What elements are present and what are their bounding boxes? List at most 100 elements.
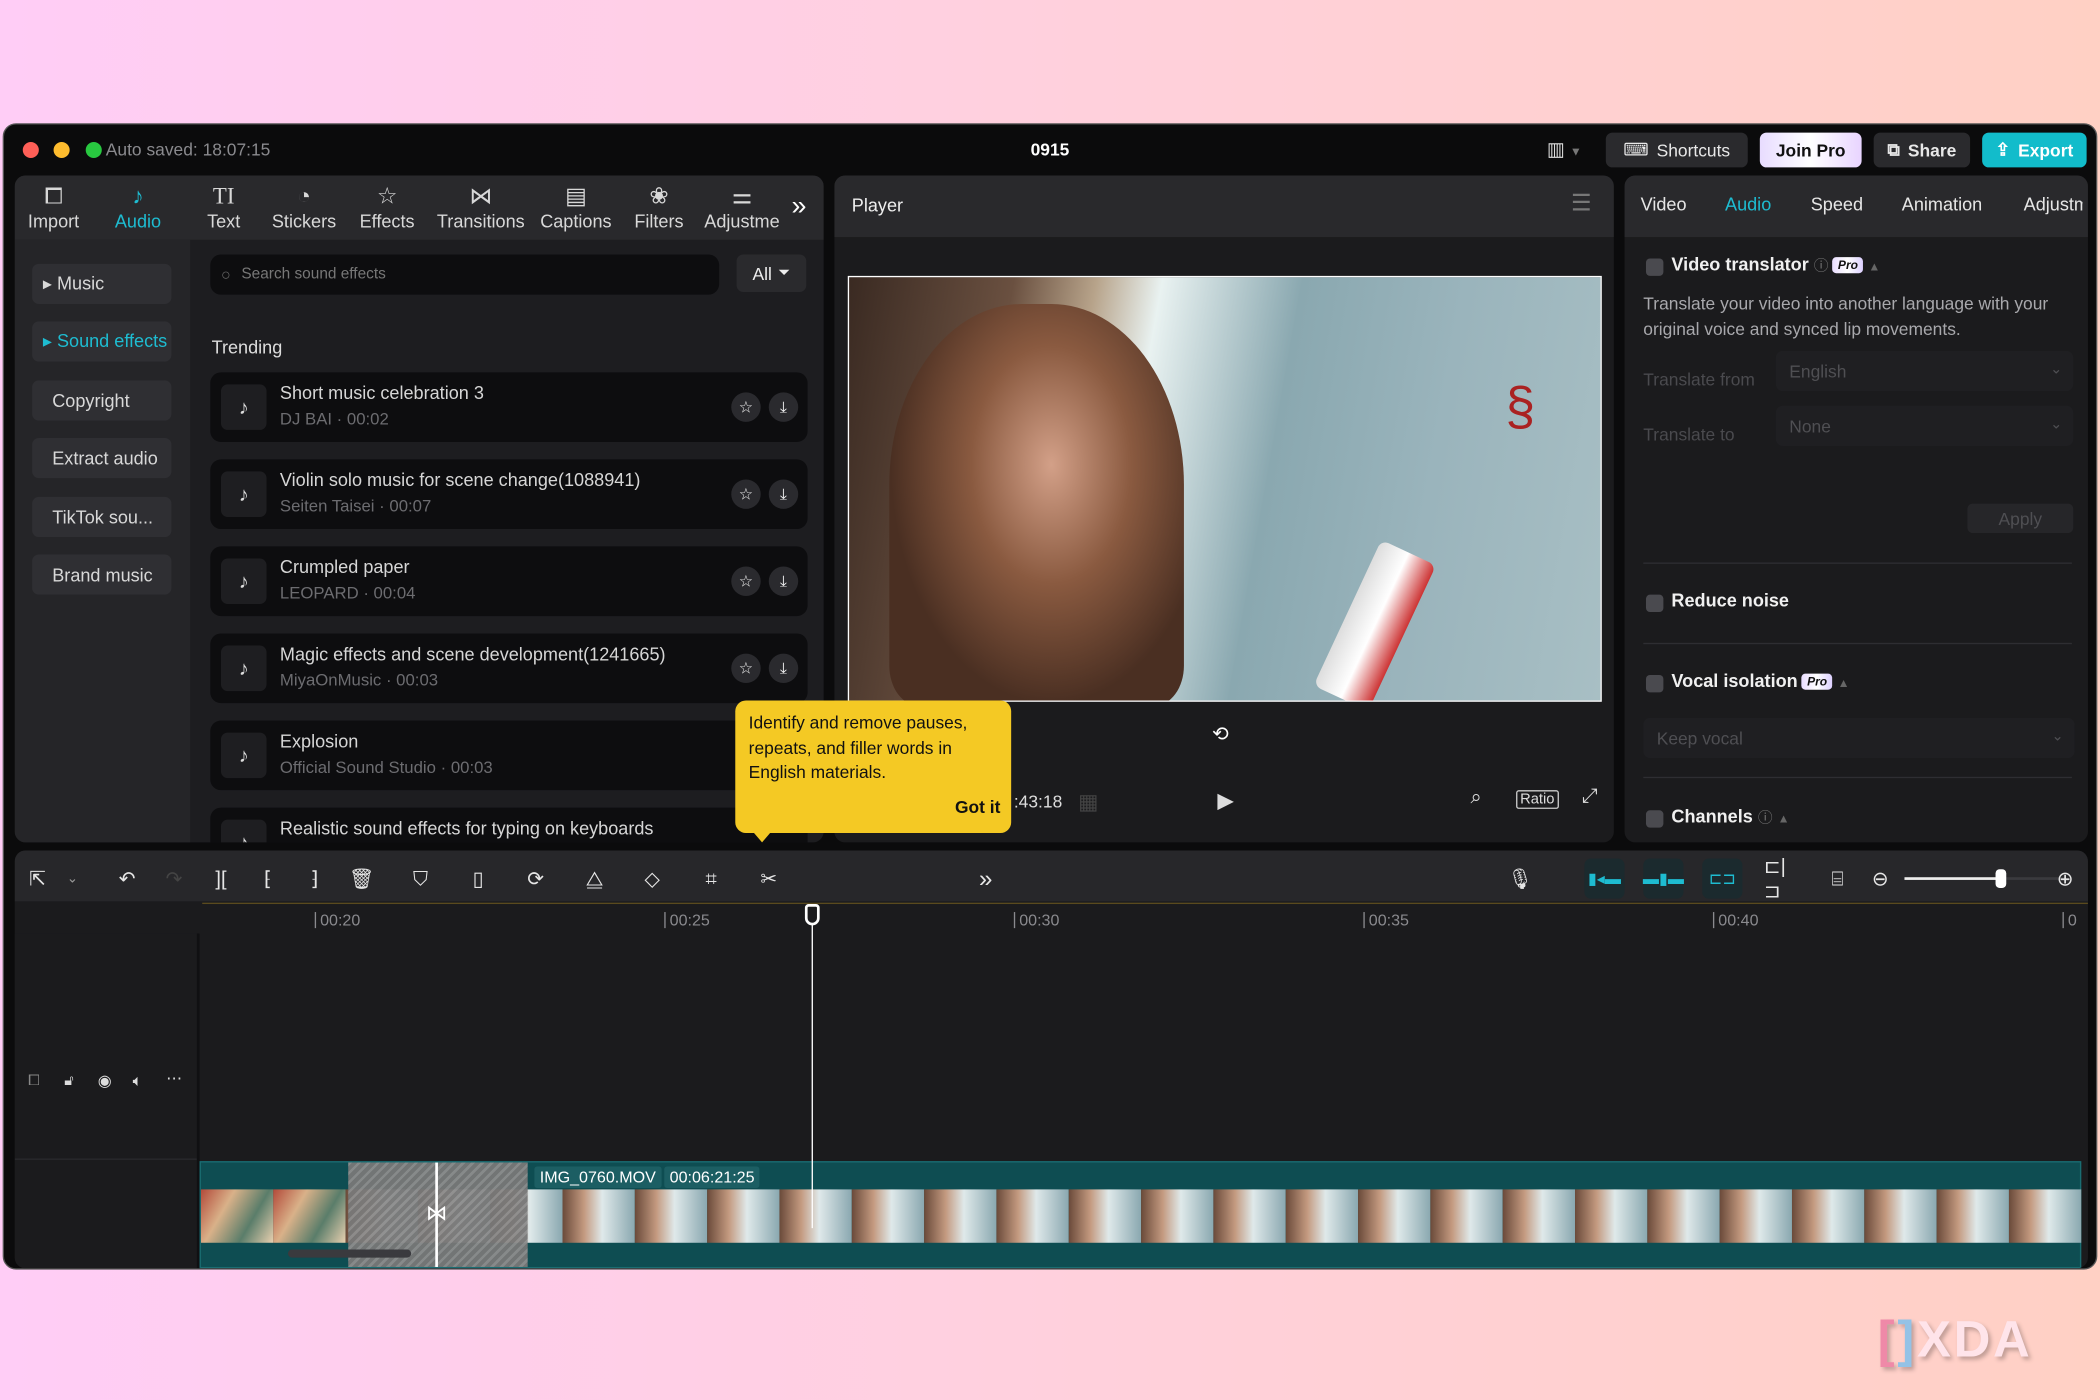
- zoom-in-icon[interactable]: ⊕: [2050, 864, 2079, 893]
- channels-checkbox[interactable]: [1645, 810, 1664, 828]
- ratio-button[interactable]: Ratio: [1516, 790, 1559, 809]
- main-track-magnet-button[interactable]: ▮◂▬: [1584, 858, 1625, 899]
- close-window-button[interactable]: [22, 141, 39, 159]
- tab-transitions[interactable]: ⋈ Transitions: [433, 175, 529, 237]
- collapse-icon[interactable]: ▲: [1778, 812, 1790, 825]
- share-button[interactable]: ⧉ Share: [1873, 132, 1971, 168]
- split-left-icon[interactable]: ⁅: [253, 864, 282, 893]
- sidebar-item-brand-music[interactable]: Brand music: [32, 554, 172, 595]
- tab-text[interactable]: TI Text: [197, 175, 251, 237]
- waveform-toggle-icon[interactable]: ▦: [1078, 789, 1098, 816]
- download-icon[interactable]: ⤓: [768, 479, 799, 509]
- export-button[interactable]: ⇪ Export: [1982, 132, 2087, 168]
- list-item[interactable]: ♪ Explosion Official Sound Studio · 00:03: [210, 720, 808, 791]
- tab-effects[interactable]: ☆ Effects: [355, 175, 419, 237]
- filter-button[interactable]: All ⏷: [736, 254, 807, 292]
- tab-video[interactable]: Video: [1641, 194, 1687, 214]
- join-pro-button[interactable]: Join Pro: [1759, 132, 1862, 168]
- tab-captions[interactable]: ▤ Captions: [537, 175, 615, 237]
- collapse-icon[interactable]: ▲: [1838, 676, 1850, 689]
- shortcuts-button[interactable]: ⌨ Shortcuts: [1605, 132, 1748, 168]
- chevron-down-icon[interactable]: ⌄: [58, 864, 87, 893]
- zoom-slider-handle[interactable]: [1995, 869, 2007, 888]
- playhead[interactable]: [811, 904, 813, 1229]
- sidebar-item-sound-effects[interactable]: ▸ Sound effects: [32, 321, 172, 362]
- favorite-icon[interactable]: ☆: [731, 566, 761, 596]
- reverse-icon[interactable]: ⟳: [521, 864, 550, 893]
- collapse-icon[interactable]: ▲: [1868, 260, 1880, 273]
- timeline-zoom-slider[interactable]: [1904, 869, 2066, 888]
- remove-filler-words-icon[interactable]: ✂: [754, 864, 783, 893]
- freeze-icon[interactable]: ▯: [463, 864, 492, 893]
- translate-to-select[interactable]: None ⌄: [1775, 405, 2074, 446]
- sidebar-item-music[interactable]: ▸ Music: [32, 263, 172, 305]
- play-button[interactable]: ▶: [1217, 788, 1233, 815]
- volume-icon[interactable]: 🔈︎: [133, 1071, 143, 1091]
- redo-icon[interactable]: ↷: [159, 864, 188, 893]
- sidebar-item-extract-audio[interactable]: Extract audio: [32, 437, 172, 479]
- video-clip[interactable]: ⋈ IMG_0760.MOV 00:06:21:25: [199, 1161, 2082, 1269]
- favorite-icon[interactable]: ☆: [731, 653, 761, 684]
- auto-snap-button[interactable]: ▬▮▬: [1643, 858, 1684, 899]
- zoom-out-icon[interactable]: ⊖: [1866, 864, 1895, 893]
- mirror-icon[interactable]: ⧋: [580, 864, 609, 893]
- video-translator-checkbox[interactable]: [1645, 258, 1664, 276]
- select-tool-icon[interactable]: ⇱: [23, 864, 52, 893]
- tab-audio-props[interactable]: Audio: [1725, 194, 1771, 214]
- rotate-icon[interactable]: ⟲: [1212, 722, 1229, 746]
- list-item[interactable]: ♪ Crumpled paper LEOPARD · 00:04 ☆ ⤓: [210, 546, 808, 617]
- timeline-zoom-fit-icon[interactable]: ⌸: [1823, 864, 1852, 893]
- cover-icon[interactable]: ⧠: [28, 1073, 40, 1090]
- list-item[interactable]: ♪ Realistic sound effects for typing on k…: [210, 807, 808, 843]
- tab-adjustment-props[interactable]: Adjustm: [2024, 194, 2083, 214]
- split-preview-icon[interactable]: ⊏|⊐: [1764, 856, 1793, 903]
- download-icon[interactable]: ⤓: [768, 392, 799, 422]
- horizontal-scrollbar[interactable]: [287, 1249, 412, 1258]
- video-preview[interactable]: §: [847, 275, 1602, 702]
- layout-icon[interactable]: ▥ ▼: [1547, 138, 1582, 161]
- delete-icon[interactable]: 🗑: [347, 864, 376, 893]
- more-tools-icon[interactable]: »: [971, 864, 1000, 893]
- favorite-icon[interactable]: ☆: [731, 479, 761, 509]
- marker-icon[interactable]: ⛉: [406, 864, 435, 893]
- undo-icon[interactable]: ↶: [113, 864, 142, 893]
- tab-adjustment[interactable]: ⚌ Adjustme: [703, 175, 781, 237]
- download-icon[interactable]: ⤓: [768, 566, 799, 596]
- zoom-preview-icon[interactable]: ⌕: [1471, 786, 1482, 809]
- sidebar-item-copyright[interactable]: Copyright: [32, 380, 172, 421]
- vocal-isolation-checkbox[interactable]: [1645, 675, 1664, 693]
- transition-icon[interactable]: ⋈: [426, 1200, 447, 1227]
- menu-icon[interactable]: ☰: [1571, 190, 1591, 217]
- download-icon[interactable]: ⤓: [768, 653, 799, 684]
- reduce-noise-checkbox[interactable]: [1645, 594, 1664, 613]
- tab-stickers[interactable]: ◔ Stickers: [267, 175, 342, 237]
- translate-from-select[interactable]: English ⌄: [1775, 350, 2074, 392]
- linkage-button[interactable]: ⊏⊐: [1702, 858, 1743, 899]
- maximize-window-button[interactable]: [85, 141, 102, 159]
- tab-import[interactable]: ⧠ Import: [25, 175, 81, 237]
- split-icon[interactable]: ][: [206, 864, 235, 893]
- list-item[interactable]: ♪ Violin solo music for scene change(1088…: [210, 459, 808, 530]
- tab-animation[interactable]: Animation: [1902, 194, 1982, 214]
- help-icon[interactable]: ⓘ: [1814, 258, 1829, 274]
- help-icon[interactable]: ⓘ: [1758, 810, 1773, 826]
- lock-icon[interactable]: 🔓︎: [64, 1073, 74, 1090]
- got-it-button[interactable]: Got it: [955, 795, 1000, 820]
- vocal-isolation-select[interactable]: Keep vocal ⌄: [1643, 717, 2075, 759]
- tab-speed[interactable]: Speed: [1811, 194, 1863, 214]
- split-right-icon[interactable]: ⁆: [300, 864, 329, 893]
- apply-button[interactable]: Apply: [1967, 503, 2074, 534]
- search-input[interactable]: ○ Search sound effects: [210, 254, 720, 295]
- eye-icon[interactable]: ◉: [98, 1071, 112, 1090]
- list-item[interactable]: ♪ Short music celebration 3 DJ BAI · 00:02…: [210, 372, 808, 442]
- microphone-icon[interactable]: 🎙: [1505, 864, 1534, 893]
- list-item[interactable]: ♪ Magic effects and scene development(124…: [210, 633, 808, 704]
- tab-audio[interactable]: ♪ Audio: [108, 175, 167, 237]
- time-ruler[interactable]: 00:20 00:25 00:30 00:35 00:40 0: [202, 901, 2088, 933]
- more-tabs-icon[interactable]: »: [792, 192, 807, 223]
- crop-icon[interactable]: ⌗: [696, 864, 725, 893]
- more-options-icon[interactable]: ⋯: [166, 1069, 182, 1088]
- rotate-clip-icon[interactable]: ◇: [638, 864, 667, 893]
- fullscreen-icon[interactable]: ⤢: [1582, 785, 1598, 808]
- favorite-icon[interactable]: ☆: [731, 392, 761, 422]
